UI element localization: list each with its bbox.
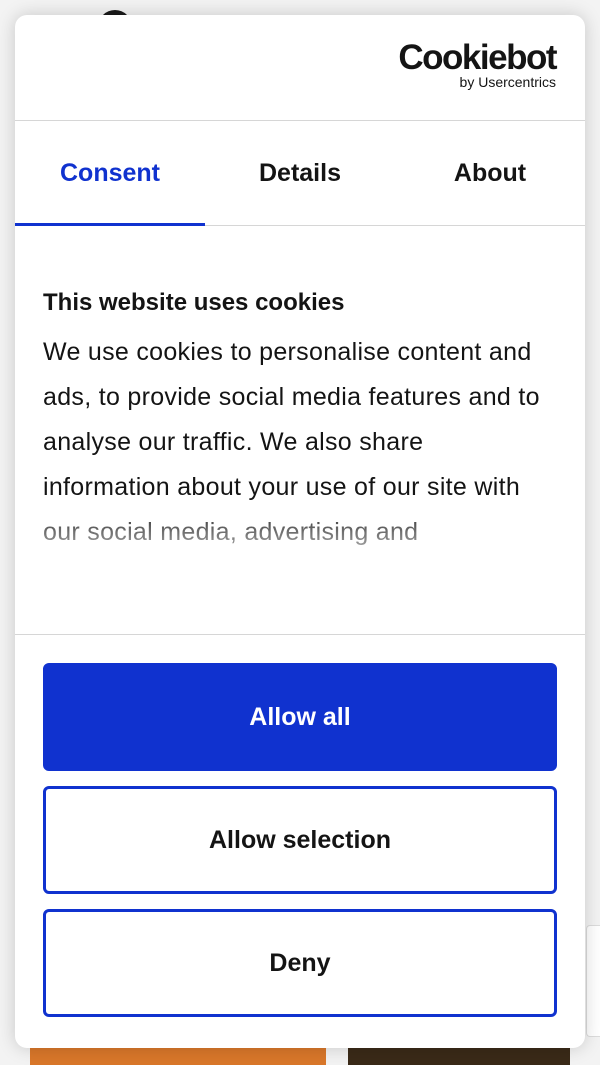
dialog-header: Cookiebot by Usercentrics xyxy=(15,15,585,121)
background-card-right xyxy=(348,1046,570,1065)
tab-bar: Consent Details About xyxy=(15,121,585,226)
cookie-consent-dialog: Cookiebot by Usercentrics Consent Detail… xyxy=(15,15,585,1048)
cookiebot-logo: Cookiebot by Usercentrics xyxy=(398,38,557,91)
tab-details[interactable]: Details xyxy=(205,121,395,225)
deny-button[interactable]: Deny xyxy=(43,909,557,1017)
consent-heading: This website uses cookies xyxy=(43,289,345,316)
allow-all-button[interactable]: Allow all xyxy=(43,663,557,771)
logo-wordmark: Cookiebot xyxy=(398,38,557,77)
consent-actions: Allow all Allow selection Deny xyxy=(15,635,585,1017)
consent-body-text: We use cookies to personalise content an… xyxy=(43,338,540,546)
allow-selection-button[interactable]: Allow selection xyxy=(43,786,557,894)
tab-consent[interactable]: Consent xyxy=(15,121,205,226)
background-side-panel xyxy=(586,925,600,1037)
tab-about[interactable]: About xyxy=(395,121,585,225)
background-card-left xyxy=(30,1046,326,1065)
consent-content-scroll[interactable]: This website uses cookies We use cookies… xyxy=(15,226,585,635)
